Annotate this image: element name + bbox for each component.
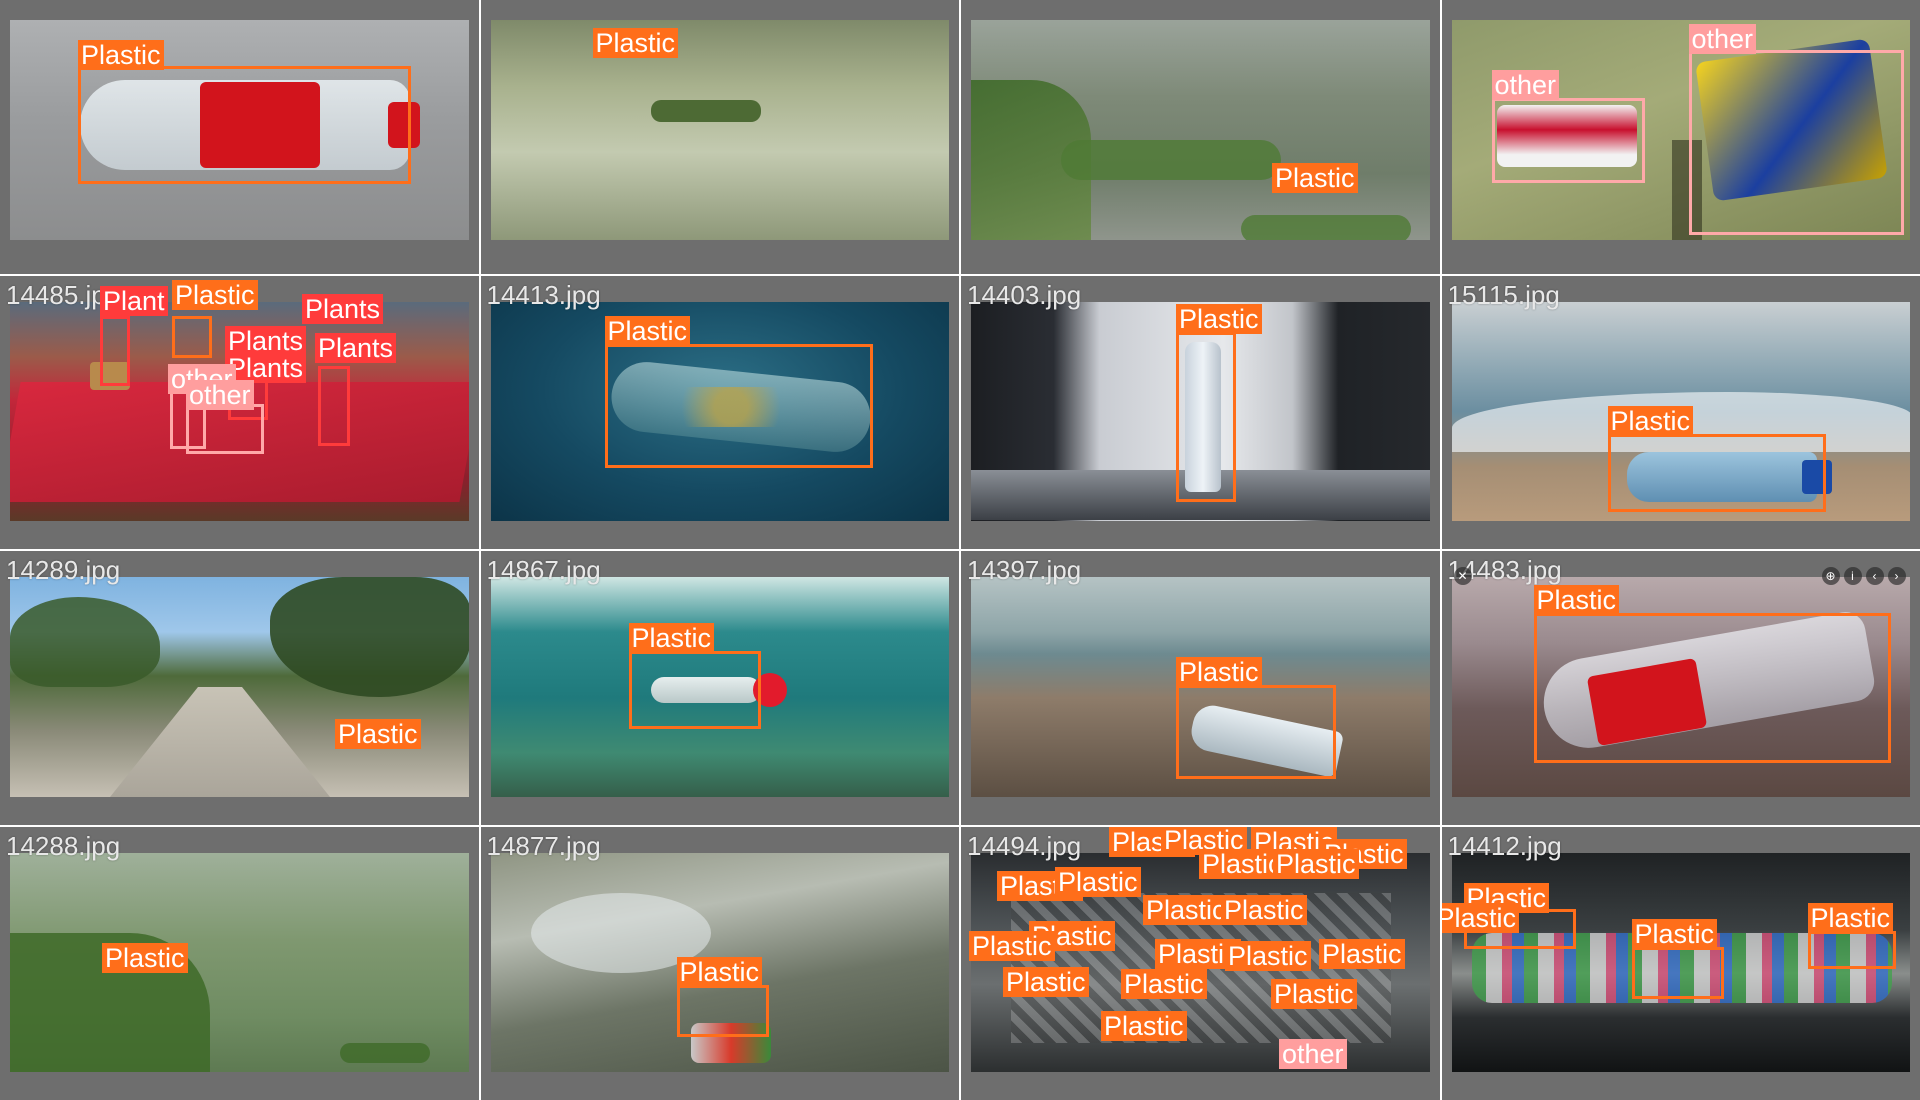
detection-label: Plastic bbox=[1143, 894, 1229, 925]
detection-label: Plastic bbox=[676, 956, 763, 987]
result-tile[interactable]: 14877.jpg Plastic bbox=[480, 826, 959, 1100]
detection-label: Plastic bbox=[335, 719, 421, 749]
detection-label: Plastic bbox=[1101, 1010, 1187, 1041]
detection-label: Plants bbox=[302, 293, 384, 324]
detection-label: other bbox=[1279, 1038, 1347, 1069]
detection-label: Plastic bbox=[1273, 848, 1359, 879]
image-filename: 14494.jpg bbox=[967, 830, 1082, 861]
bounding-box bbox=[1491, 98, 1645, 183]
detection-label: Plastic bbox=[1441, 902, 1520, 933]
image-filename: 14877.jpg bbox=[486, 830, 601, 861]
detection-label: Plastic bbox=[1121, 968, 1207, 999]
detection-label: Plants bbox=[315, 332, 397, 363]
image-thumbnail bbox=[971, 20, 1430, 240]
image-thumbnail bbox=[490, 20, 949, 240]
detection-label: Plastic bbox=[969, 930, 1055, 961]
detection-label: Plastic bbox=[102, 942, 188, 973]
close-icon[interactable]: ✕ bbox=[1453, 567, 1472, 585]
detection-label: Plastic bbox=[1225, 940, 1311, 971]
image-thumbnail bbox=[10, 577, 469, 797]
image-filename: 14413.jpg bbox=[486, 279, 601, 310]
bounding-box bbox=[1688, 50, 1904, 235]
detection-label: Plastic bbox=[78, 40, 164, 70]
bounding-box bbox=[318, 365, 350, 446]
bounding-box bbox=[676, 984, 769, 1037]
image-filename: 14289.jpg bbox=[6, 555, 121, 585]
result-tile[interactable]: 14403.jpg Plastic bbox=[961, 275, 1440, 549]
detection-label: Plastic bbox=[628, 623, 715, 653]
detection-label: Plastic bbox=[1607, 405, 1694, 436]
detection-label: Plastic bbox=[1631, 918, 1718, 949]
image-filename: 15115.jpg bbox=[1447, 279, 1560, 310]
image-filename: 14397.jpg bbox=[967, 555, 1082, 585]
result-tile[interactable]: 14867.jpg Plastic bbox=[480, 551, 959, 825]
detection-label: Plastic bbox=[1807, 902, 1894, 933]
bounding-box bbox=[1807, 930, 1896, 969]
image-filename: 14412.jpg bbox=[1447, 830, 1562, 861]
image-filename: 14288.jpg bbox=[6, 830, 121, 861]
detection-label: Plastic bbox=[1199, 848, 1285, 879]
result-tile[interactable]: Plastic bbox=[961, 0, 1440, 274]
detection-label: other bbox=[186, 379, 254, 410]
bounding-box bbox=[186, 403, 264, 454]
detection-label: Plastic bbox=[1055, 866, 1141, 897]
bounding-box bbox=[604, 343, 873, 468]
result-tile[interactable]: 15115.jpg Plastic bbox=[1441, 275, 1920, 549]
detection-label: Plastic bbox=[1003, 966, 1089, 997]
next-icon[interactable]: › bbox=[1887, 567, 1906, 585]
detection-label: Plastic bbox=[172, 279, 258, 310]
info-icon[interactable]: i bbox=[1843, 567, 1862, 585]
result-tile[interactable]: 14494.jpg Plastic Plastic Plastic Plasti… bbox=[961, 826, 1440, 1100]
bounding-box bbox=[1631, 946, 1724, 999]
result-tile[interactable]: 14483.jpg ⊕ i ‹ › ✕ Plastic bbox=[1441, 551, 1920, 825]
bounding-box bbox=[1176, 685, 1336, 779]
detection-label: Plastic bbox=[1176, 657, 1262, 687]
bounding-box bbox=[1607, 433, 1826, 512]
detection-label: Plastic bbox=[1533, 585, 1620, 615]
result-tile[interactable]: 14413.jpg Plastic bbox=[480, 275, 959, 549]
result-tile[interactable]: 14397.jpg Plastic bbox=[961, 551, 1440, 825]
prev-icon[interactable]: ‹ bbox=[1865, 567, 1884, 585]
result-tile[interactable]: 14288.jpg Plastic bbox=[0, 826, 479, 1100]
result-tile[interactable]: Plastic bbox=[480, 0, 959, 274]
detection-label: Plastic bbox=[1176, 303, 1262, 334]
bounding-box bbox=[1176, 331, 1236, 502]
detection-label: Plants bbox=[225, 352, 307, 383]
bounding-box bbox=[78, 66, 411, 184]
zoom-icon[interactable]: ⊕ bbox=[1821, 567, 1840, 585]
bounding-box bbox=[172, 315, 212, 358]
detection-label: Plastic bbox=[1271, 978, 1357, 1009]
result-tile[interactable]: other other bbox=[1441, 0, 1920, 274]
result-tile[interactable]: 14412.jpg Plastic Plastic Plastic Plasti… bbox=[1441, 826, 1920, 1100]
detection-results-grid: Plastic Plastic Plastic other other 1448… bbox=[0, 0, 1920, 1100]
bounding-box bbox=[628, 651, 761, 729]
detection-label: Plants bbox=[225, 325, 307, 356]
bounding-box bbox=[1533, 613, 1891, 763]
detection-label: other bbox=[1491, 70, 1560, 100]
detection-label: Plastic bbox=[1319, 938, 1405, 969]
detection-label: Plastic bbox=[604, 315, 691, 346]
detection-label: other bbox=[1688, 24, 1757, 54]
image-filename: 14867.jpg bbox=[486, 555, 601, 585]
result-tile[interactable]: 14289.jpg Plastic bbox=[0, 551, 479, 825]
image-thumbnail bbox=[10, 852, 469, 1072]
detection-label: Plant bbox=[100, 285, 168, 316]
detection-label: Plastic bbox=[1221, 894, 1307, 925]
detection-label: Plastic bbox=[1272, 163, 1358, 193]
image-filename: 14403.jpg bbox=[967, 279, 1082, 310]
bounding-box bbox=[100, 315, 130, 386]
result-tile[interactable]: Plastic bbox=[0, 0, 479, 274]
detection-label: Plastic bbox=[592, 28, 679, 58]
result-tile[interactable]: 14485.jpg Plant Plastic Plants Plants Pl… bbox=[0, 275, 479, 549]
